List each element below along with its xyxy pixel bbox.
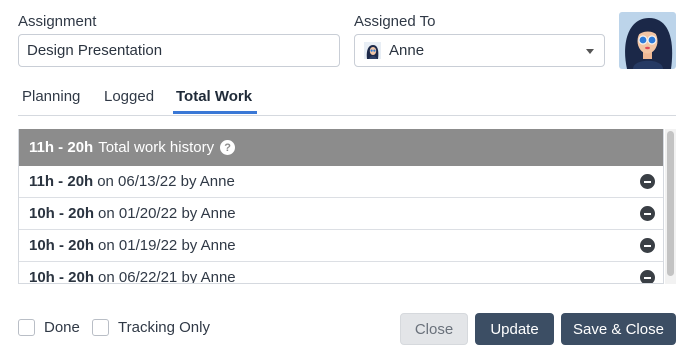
row-range: 10h - 20h	[29, 205, 95, 222]
tracking-only-label: Tracking Only	[118, 319, 210, 336]
update-button[interactable]: Update	[475, 313, 554, 345]
history-row: 10h - 20h on 01/19/22 by Anne	[19, 230, 663, 262]
assigned-to-label: Assigned To	[354, 13, 436, 30]
question-icon[interactable]: ?	[220, 140, 236, 155]
row-range: 10h - 20h	[29, 269, 95, 284]
chevron-down-icon	[586, 49, 594, 54]
history-row: 10h - 20h on 01/20/22 by Anne	[19, 198, 663, 230]
history-row: 10h - 20h on 06/22/21 by Anne	[19, 262, 663, 284]
tab-bar: Planning Logged Total Work	[18, 86, 676, 116]
history-header-title: Total work history	[98, 139, 215, 156]
close-button[interactable]: Close	[400, 313, 468, 345]
history-scrollbar[interactable]	[665, 129, 676, 284]
history-header: 11h - 20h Total work history ?	[19, 129, 663, 166]
minus-circle-icon[interactable]	[640, 174, 655, 189]
done-label: Done	[44, 319, 80, 336]
avatar	[619, 12, 676, 69]
history-row: 11h - 20h on 06/13/22 by Anne	[19, 166, 663, 198]
save-close-button[interactable]: Save & Close	[561, 313, 676, 345]
minus-circle-icon[interactable]	[640, 270, 655, 283]
minus-circle-icon[interactable]	[640, 238, 655, 253]
done-checkbox[interactable]: Done	[18, 319, 80, 336]
row-meta: on 06/13/22 by Anne	[97, 173, 235, 190]
tab-logged[interactable]: Logged	[104, 88, 154, 105]
row-range: 10h - 20h	[29, 237, 95, 254]
user-avatar-icon	[364, 42, 381, 59]
tab-total-work[interactable]: Total Work	[176, 88, 252, 105]
history-header-range: 11h - 20h	[29, 139, 94, 156]
assignment-label: Assignment	[18, 13, 97, 30]
scrollbar-thumb[interactable]	[667, 131, 674, 276]
tracking-only-checkbox-box[interactable]	[92, 319, 109, 336]
tab-planning[interactable]: Planning	[22, 88, 80, 105]
work-history-panel: 11h - 20h Total work history ? 11h - 20h…	[18, 129, 664, 284]
row-range: 11h - 20h	[29, 173, 94, 190]
done-checkbox-box[interactable]	[18, 319, 35, 336]
row-meta: on 06/22/21 by Anne	[98, 269, 236, 284]
assignment-input[interactable]	[18, 34, 340, 67]
row-meta: on 01/20/22 by Anne	[98, 205, 236, 222]
assigned-to-value: Anne	[389, 42, 425, 59]
assigned-to-select[interactable]: Anne	[354, 34, 605, 67]
row-meta: on 01/19/22 by Anne	[98, 237, 236, 254]
tracking-only-checkbox[interactable]: Tracking Only	[92, 319, 210, 336]
minus-circle-icon[interactable]	[640, 206, 655, 221]
active-tab-indicator	[173, 111, 257, 114]
